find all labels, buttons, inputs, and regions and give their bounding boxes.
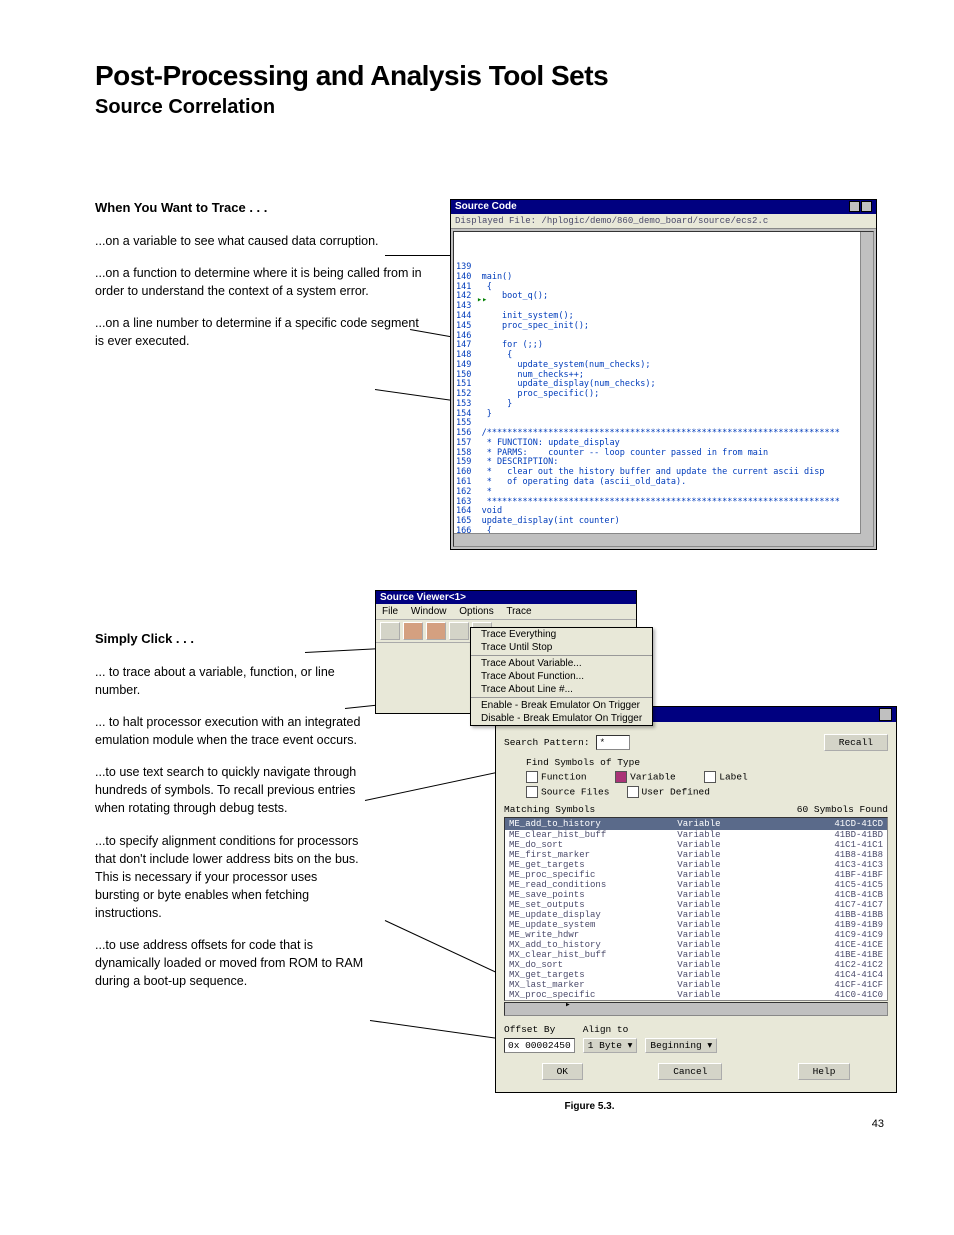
header-addr: 41CD-41CD (782, 819, 883, 829)
menu-trace-everything[interactable]: Trace Everything (471, 628, 652, 641)
table-row[interactable]: MX_last_markerVariable41CF-41CF (505, 980, 887, 990)
source-viewer-title[interactable]: Source Viewer<1> (376, 591, 636, 604)
close-icon[interactable] (879, 708, 892, 721)
table-row[interactable]: ME_update_displayVariable41BB-41BB (505, 910, 887, 920)
symbol-selector-window: Symbol Selector - ADDR Search Pattern: *… (495, 706, 897, 1093)
align-select[interactable]: 1 Byte ▾ (583, 1038, 638, 1053)
source-viewer-window: Source Viewer<1> File Window Options Tra… (375, 590, 637, 714)
section2-heading: Simply Click . . . (95, 630, 365, 649)
table-row[interactable]: ME_update_systemVariable41B9-41B9 (505, 920, 887, 930)
table-row[interactable]: ME_read_conditionsVariable41C5-41C5 (505, 880, 887, 890)
menu-trace-about-function[interactable]: Trace About Function... (471, 670, 652, 683)
section2-p4: ...to specify alignment conditions for p… (95, 832, 365, 923)
menu-disable-break-emu[interactable]: Disable - Break Emulator On Trigger (471, 712, 652, 725)
displayed-file-label: Displayed File: /hplogic/demo/860_demo_b… (451, 214, 876, 229)
horizontal-scrollbar[interactable] (454, 533, 861, 546)
page-subtitle: Source Correlation (95, 96, 884, 119)
code-viewport[interactable]: ▸▸ 139 140 main() 141 { 142 boot_q(); 14… (453, 231, 874, 547)
beginning-select[interactable]: Beginning ▾ (645, 1038, 717, 1053)
maximize-icon[interactable] (861, 201, 872, 212)
minimize-icon[interactable] (849, 201, 860, 212)
type-function-checkbox[interactable] (526, 771, 538, 783)
table-row[interactable]: ME_set_outputsVariable41C7-41C7 (505, 900, 887, 910)
section1-p3: ...on a line number to determine if a sp… (95, 314, 430, 350)
section2-p1: ... to trace about a variable, function,… (95, 663, 365, 699)
scroll-arrow-icon: ▸ (565, 999, 571, 1010)
section2-p3: ...to use text search to quickly navigat… (95, 763, 365, 817)
type-user-label: User Defined (642, 786, 710, 797)
toolbar-open-icon[interactable] (380, 622, 400, 640)
section1-heading: When You Want to Trace . . . (95, 199, 430, 218)
type-variable-label: Variable (630, 771, 676, 782)
menu-window[interactable]: Window (411, 606, 447, 617)
menu-trace-about-line[interactable]: Trace About Line #... (471, 683, 652, 696)
table-row[interactable]: ME_get_targetsVariable41C3-41C3 (505, 860, 887, 870)
matching-symbols-label: Matching Symbols (504, 804, 595, 815)
table-row[interactable]: MX_get_targetsVariable41C4-41C4 (505, 970, 887, 980)
table-row[interactable]: ME_save_pointsVariable41CB-41CB (505, 890, 887, 900)
page-number: 43 (95, 1118, 884, 1130)
section2-p5: ...to use address offsets for code that … (95, 936, 365, 990)
figure-2: Simply Click . . . ... to trace about a … (375, 590, 884, 1093)
type-label-label: Label (719, 771, 748, 782)
section1-p2: ...on a function to determine where it i… (95, 264, 430, 300)
offset-input[interactable]: 0x 00002450 (504, 1038, 575, 1053)
window-titlebar[interactable]: Source Code (451, 200, 876, 214)
toolbar-step-fwd-icon[interactable] (426, 622, 446, 640)
type-source-checkbox[interactable] (526, 786, 538, 798)
section2-p2: ... to halt processor execution with an … (95, 713, 365, 749)
table-row[interactable]: ME_write_hdwrVariable41C9-41C9 (505, 930, 887, 940)
source-code-text: 139 140 main() 141 { 142 boot_q(); 143 1… (454, 263, 873, 547)
section1-p1: ...on a variable to see what caused data… (95, 232, 430, 250)
recall-button[interactable]: Recall (824, 734, 888, 751)
search-pattern-input[interactable]: * (596, 735, 630, 750)
symbol-table-hscroll[interactable]: ▸ (504, 1002, 888, 1016)
type-function-label: Function (541, 771, 587, 782)
type-variable-checkbox[interactable] (615, 771, 627, 783)
menu-trace-until-stop[interactable]: Trace Until Stop (471, 641, 652, 654)
menubar[interactable]: File Window Options Trace (376, 604, 636, 620)
table-row[interactable]: MX_do_sortVariable41C2-41C2 (505, 960, 887, 970)
symbol-table[interactable]: ME_add_to_history Variable 41CD-41CD ME_… (504, 817, 888, 1001)
table-row[interactable]: ME_first_markerVariable41B8-41B8 (505, 850, 887, 860)
table-row[interactable]: MX_clear_hist_buffVariable41BE-41BE (505, 950, 887, 960)
figure-caption: Figure 5.3. (295, 1101, 884, 1112)
align-to-label: Align to (583, 1024, 638, 1035)
menu-trace[interactable]: Trace (506, 606, 531, 617)
current-line-arrow-icon: ▸▸ (477, 296, 487, 306)
page-title: Post-Processing and Analysis Tool Sets (95, 60, 884, 92)
table-row[interactable]: ME_clear_hist_buffVariable41BD-41BD (505, 830, 887, 840)
ok-button[interactable]: OK (542, 1063, 583, 1080)
help-button[interactable]: Help (798, 1063, 851, 1080)
table-row[interactable]: MX_add_to_historyVariable41CE-41CE (505, 940, 887, 950)
toolbar-stop-icon[interactable] (449, 622, 469, 640)
header-type: Variable (677, 819, 782, 829)
figure-1: When You Want to Trace . . . ...on a var… (95, 199, 884, 550)
search-pattern-label: Search Pattern: (504, 737, 590, 748)
offset-by-label: Offset By (504, 1024, 575, 1035)
menu-trace-about-variable[interactable]: Trace About Variable... (471, 657, 652, 670)
type-user-checkbox[interactable] (627, 786, 639, 798)
header-name: ME_add_to_history (509, 819, 677, 829)
source-code-window: Source Code Displayed File: /hplogic/dem… (450, 199, 877, 550)
cancel-button[interactable]: Cancel (658, 1063, 722, 1080)
menu-options[interactable]: Options (459, 606, 493, 617)
trace-dropdown: Trace Everything Trace Until Stop Trace … (470, 627, 653, 726)
type-label-checkbox[interactable] (704, 771, 716, 783)
window-title: Source Code (455, 201, 517, 213)
table-row[interactable]: ME_proc_specificVariable41BF-41BF (505, 870, 887, 880)
find-symbols-label: Find Symbols of Type (526, 757, 888, 768)
vertical-scrollbar[interactable] (860, 232, 873, 546)
type-source-label: Source Files (541, 786, 609, 797)
table-row[interactable]: ME_do_sortVariable41C1-41C1 (505, 840, 887, 850)
symbols-found-label: 60 Symbols Found (797, 804, 888, 815)
toolbar-step-back-icon[interactable] (403, 622, 423, 640)
symbol-table-header-row[interactable]: ME_add_to_history Variable 41CD-41CD (505, 818, 887, 830)
menu-enable-break-emu[interactable]: Enable - Break Emulator On Trigger (471, 699, 652, 712)
menu-file[interactable]: File (382, 606, 398, 617)
table-row[interactable]: MX_proc_specificVariable41C0-41C0 (505, 990, 887, 1000)
